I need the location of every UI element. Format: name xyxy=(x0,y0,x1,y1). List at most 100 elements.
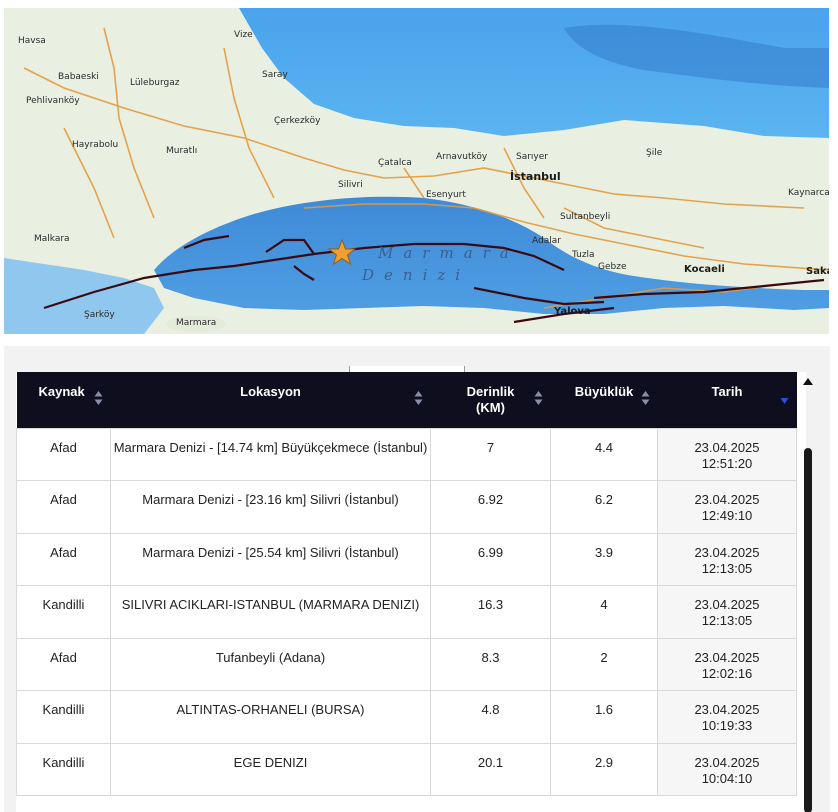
cell-magnitude: 2 xyxy=(550,637,658,691)
header-magnitude[interactable]: Büyüklük xyxy=(550,372,658,428)
cell-date: 23.04.2025 10:19:33 xyxy=(657,690,797,744)
map-label-luleburgaz: Lüleburgaz xyxy=(130,78,180,88)
table-row[interactable]: Kandilli EGE DENIZI 20.1 2.9 23.04.2025 1… xyxy=(16,742,797,796)
cell-depth: 16.3 xyxy=(430,585,551,639)
cell-date: 23.04.2025 12:49:10 xyxy=(657,480,797,534)
header-magnitude-label: Büyüklük xyxy=(574,384,634,399)
cell-date-day: 23.04.2025 xyxy=(694,544,760,560)
cell-source: Kandilli xyxy=(16,585,111,639)
cell-date-day: 23.04.2025 xyxy=(694,702,760,717)
sort-icon[interactable] xyxy=(94,389,103,407)
header-location[interactable]: Lokasyon xyxy=(110,372,431,428)
header-depth-unit: (KM) xyxy=(476,400,505,415)
table-row[interactable]: Kandilli ALTINTAS-ORHANELI (BURSA) 4.8 1… xyxy=(16,690,797,744)
sort-icon[interactable] xyxy=(414,389,423,407)
header-location-label: Lokasyon xyxy=(240,384,301,399)
cell-magnitude: 2.9 xyxy=(550,742,658,796)
map-label-hayrabolu: Hayrabolu xyxy=(72,140,119,150)
map-label-pehlivankoy: Pehlivanköy xyxy=(26,96,80,106)
cell-depth: 6.99 xyxy=(430,532,551,586)
map-label-sile: Şile xyxy=(646,148,663,158)
table-row[interactable]: Afad Marmara Denizi - [14.74 km] Büyükçe… xyxy=(16,427,797,481)
cell-location: EGE DENIZI xyxy=(110,742,431,796)
map-label-esenyurt: Esenyurt xyxy=(426,190,466,200)
cell-depth: 20.1 xyxy=(430,742,551,796)
cell-location: ALTINTAS-ORHANELI (BURSA) xyxy=(110,690,431,744)
cell-date: 23.04.2025 12:13:05 xyxy=(657,585,797,639)
cell-date-day: 23.04.2025 xyxy=(694,649,760,665)
earthquake-table: Kaynak Lokasyon Derinlik (KM) Büyüklük T… xyxy=(16,372,797,796)
header-source-label: Kaynak xyxy=(38,384,85,399)
cell-date: 23.04.2025 12:51:20 xyxy=(657,427,797,481)
table-row[interactable]: Kandilli SILIVRI ACIKLARI-ISTANBUL (MARM… xyxy=(16,585,797,639)
map-label-sariyer: Sarıyer xyxy=(516,152,548,162)
cell-date-day: 23.04.2025 xyxy=(694,492,760,507)
cell-date: 23.04.2025 12:02:16 xyxy=(657,637,797,691)
map-label-yalova: Yalova xyxy=(554,306,591,317)
cell-location: Tufanbeyli (Adana) xyxy=(110,637,431,691)
map-label-sultanbeyli: Sultanbeyli xyxy=(560,212,611,222)
cell-date-day: 23.04.2025 xyxy=(694,597,760,612)
map-label-cerkezkoy: Çerkezköy xyxy=(274,116,321,126)
map-label-marmara: Marmara xyxy=(176,318,217,328)
cell-source: Afad xyxy=(16,637,111,691)
cell-source: Afad xyxy=(16,480,111,534)
map-canvas xyxy=(4,8,829,334)
map-label-silivri: Silivri xyxy=(338,180,363,190)
cell-source: Afad xyxy=(16,532,111,586)
map-label-saray: Saray xyxy=(262,70,288,80)
cell-magnitude: 4 xyxy=(550,585,658,639)
header-depth[interactable]: Derinlik (KM) xyxy=(430,372,551,428)
map-label-malkara: Malkara xyxy=(34,234,70,244)
table-row[interactable]: Afad Marmara Denizi - [25.54 km] Silivri… xyxy=(16,532,797,586)
map-label-catalca: Çatalca xyxy=(378,158,412,168)
map-label-kocaeli: Kocaeli xyxy=(684,264,725,275)
cell-source: Afad xyxy=(16,427,111,481)
cell-date-time: 12:49:10 xyxy=(701,508,753,523)
cell-location: Marmara Denizi - [23.16 km] Silivri (İst… xyxy=(110,480,431,534)
cell-magnitude: 1.6 xyxy=(550,690,658,744)
header-source[interactable]: Kaynak xyxy=(16,372,111,428)
cell-date-time: 12:13:05 xyxy=(701,613,753,628)
sort-desc-icon[interactable] xyxy=(780,396,789,406)
sort-icon[interactable] xyxy=(534,389,543,407)
cell-depth: 7 xyxy=(430,427,551,481)
header-date-label: Tarih xyxy=(711,384,743,399)
table-row[interactable]: Afad Marmara Denizi - [23.16 km] Silivri… xyxy=(16,480,797,534)
map-label-havsa: Havsa xyxy=(18,36,46,46)
table-row[interactable]: Afad Tufanbeyli (Adana) 8.3 2 23.04.2025… xyxy=(16,637,797,691)
cell-date: 23.04.2025 10:04:10 xyxy=(657,742,797,796)
earthquake-list-panel: Kaynak Lokasyon Derinlik (KM) Büyüklük T… xyxy=(4,346,830,812)
map-label-kaynarca: Kaynarca xyxy=(788,188,829,198)
header-depth-label: Derinlik xyxy=(466,384,515,399)
table-header-row: Kaynak Lokasyon Derinlik (KM) Büyüklük T… xyxy=(16,372,797,428)
cell-source: Kandilli xyxy=(16,742,111,796)
scroll-up-arrow-icon[interactable] xyxy=(802,376,814,388)
cell-source: Kandilli xyxy=(16,690,111,744)
earthquake-table-container[interactable]: Kaynak Lokasyon Derinlik (KM) Büyüklük T… xyxy=(16,372,806,812)
scrollbar-thumb[interactable] xyxy=(804,448,812,812)
header-date[interactable]: Tarih xyxy=(657,372,797,428)
cell-location: Marmara Denizi - [25.54 km] Silivri (İst… xyxy=(110,532,431,586)
map-label-adalar: Adalar xyxy=(532,236,561,246)
map-label-saka: Saka xyxy=(806,266,829,277)
map-sea-name-line2: Denizi xyxy=(362,266,471,284)
map-label-muratli: Muratlı xyxy=(166,146,198,156)
cell-magnitude: 4.4 xyxy=(550,427,658,481)
sort-icon[interactable] xyxy=(641,389,650,407)
cell-date: 23.04.2025 12:13:05 xyxy=(657,532,797,586)
cell-depth: 8.3 xyxy=(430,637,551,691)
map-label-istanbul: İstanbul xyxy=(510,170,561,183)
earthquake-map[interactable]: Havsa Babaeski Pehlivanköy Lüleburgaz Vi… xyxy=(4,8,829,334)
cell-date-time: 10:04:10 xyxy=(701,770,753,786)
cell-depth: 6.92 xyxy=(430,480,551,534)
map-sea-name-line1: Marmara xyxy=(378,244,519,262)
cell-date-time: 12:02:16 xyxy=(701,665,753,681)
cell-magnitude: 6.2 xyxy=(550,480,658,534)
table-scrollbar[interactable] xyxy=(802,376,814,812)
map-label-gebze: Gebze xyxy=(598,262,627,272)
cell-depth: 4.8 xyxy=(430,690,551,744)
cell-date-time: 12:13:05 xyxy=(701,560,753,576)
cell-date-day: 23.04.2025 xyxy=(694,439,760,455)
map-label-vize: Vize xyxy=(234,30,253,40)
